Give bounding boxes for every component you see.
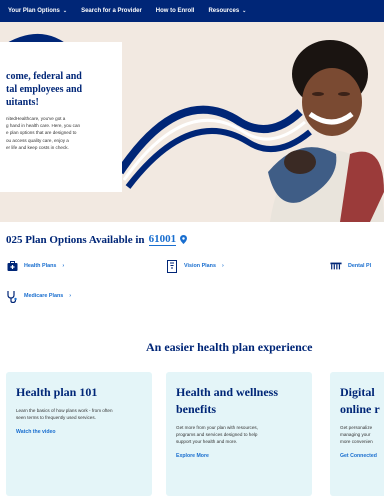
card-title: Health and wellness benefits [176, 384, 304, 418]
plan-options-title: 025 Plan Options Available in [6, 233, 145, 246]
chevron-right-icon: › [69, 293, 72, 299]
hero-text-line: er life and keep costs in check. [6, 144, 69, 150]
nav-label: How to Enroll [155, 8, 195, 14]
location-pin-icon[interactable] [180, 235, 188, 244]
vision-plans-link[interactable]: Vision Plans › [166, 259, 224, 273]
dental-plans-link[interactable]: Dental Pl [330, 260, 371, 272]
plan-link-label: Health Plans [24, 263, 57, 269]
nav-search-provider[interactable]: Search for a Provider [81, 8, 142, 14]
health-plan-101-card: Health plan 101 Learn the basics of how … [6, 372, 152, 496]
card-title-line: online r [340, 402, 380, 416]
hero-title-line: tal employees and [6, 84, 83, 95]
dental-icon [330, 260, 342, 272]
card-text-line: managing your [340, 432, 371, 437]
card-text-line: more convenien [340, 439, 373, 444]
hero-text-line: g hand in health care. Here, you can [6, 123, 81, 129]
card-title-line: Health plan 101 [16, 385, 98, 399]
hero-text-line: nitedHealthcare, you've got a [6, 116, 66, 121]
eye-chart-icon [166, 259, 178, 273]
digital-online-card: Digital online r Get personalize managin… [330, 372, 384, 496]
explore-more-link[interactable]: Explore More [176, 453, 304, 459]
card-title-line: benefits [176, 402, 216, 416]
hero-welcome-card: come, federal and tal employees and uita… [0, 42, 122, 192]
plan-link-label: Dental Pl [348, 263, 372, 269]
health-plans-link[interactable]: Health Plans › [6, 260, 64, 272]
card-text-line: Get more from your plan with resources, [176, 425, 258, 430]
plan-options-heading: 025 Plan Options Available in 61001 [6, 233, 188, 246]
watch-video-link[interactable]: Watch the video [16, 429, 144, 435]
nav-label: Resources [208, 8, 240, 14]
card-description: Get more from your plan with resources, … [176, 424, 304, 445]
card-description: Learn the basics of how plans work - fro… [16, 407, 144, 421]
card-title-line: Digital [340, 385, 375, 399]
chevron-down-icon: ⌄ [62, 8, 68, 14]
get-connected-link[interactable]: Get Connected [340, 453, 377, 459]
card-text-line: Learn the basics of how plans work - fro… [16, 408, 113, 413]
stethoscope-icon [6, 290, 18, 303]
nav-label: Your Plan Options [8, 8, 60, 14]
chevron-down-icon: ⌄ [242, 8, 247, 14]
hero-banner: come, federal and tal employees and uita… [0, 22, 384, 222]
hero-text-line: e plan options that are designed to [6, 130, 77, 136]
hero-text-line: ou access quality care, enjoy a [6, 137, 69, 143]
plan-link-label: Vision Plans [184, 263, 216, 269]
health-wellness-card: Health and wellness benefits Get more fr… [166, 372, 312, 496]
nav-label: Search for a Provider [81, 8, 142, 14]
hero-description: nitedHealthcare, you've got a g hand in … [6, 115, 116, 151]
chevron-right-icon: › [62, 263, 65, 269]
nav-resources[interactable]: Resources ⌄ [208, 8, 246, 14]
section-title: An easier health plan experience [146, 340, 313, 354]
card-text-line: programs and services designed to help [176, 432, 258, 437]
nav-your-plan-options[interactable]: Your Plan Options ⌄ [8, 8, 67, 14]
nav-how-to-enroll[interactable]: How to Enroll [156, 8, 195, 14]
hero-title-line: come, federal and [6, 71, 82, 82]
card-text-line: seen terms to frequently used services. [16, 415, 96, 420]
plan-link-label: Medicare Plans [24, 293, 64, 299]
card-text-line: support your health and more. [176, 439, 238, 444]
top-nav: Your Plan Options ⌄ Search for a Provide… [0, 0, 384, 22]
chevron-right-icon: › [221, 263, 224, 269]
card-title-line: Health and wellness [176, 385, 279, 399]
first-aid-kit-icon [6, 260, 18, 272]
hero-title: come, federal and tal employees and uita… [6, 70, 116, 109]
zip-code-link[interactable]: 61001 [148, 233, 177, 246]
card-title: Digital online r [340, 384, 380, 418]
card-title: Health plan 101 [16, 384, 144, 401]
card-description: Get personalize managing your more conve… [340, 424, 376, 445]
medicare-plans-link[interactable]: Medicare Plans › [6, 290, 72, 303]
card-text-line: Get personalize [340, 425, 373, 430]
hero-title-line: uitants! [6, 97, 39, 108]
